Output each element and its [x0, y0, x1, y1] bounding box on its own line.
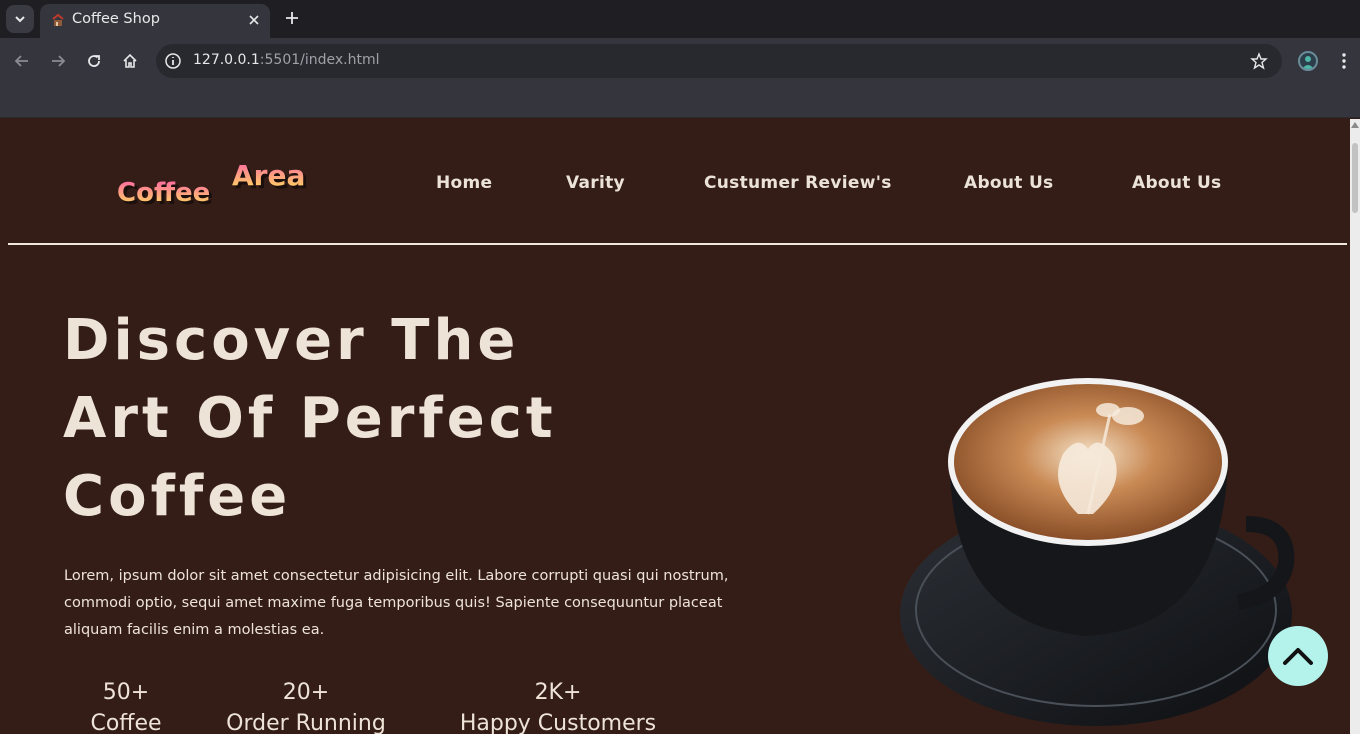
url-path: :5501/index.html	[259, 52, 380, 68]
page-viewport: Coffee Coffee Area Area Home Varity Cust…	[0, 119, 1350, 734]
hero-description: Lorem, ipsum dolor sit amet consectetur …	[64, 568, 729, 638]
new-tab-button[interactable]	[282, 8, 302, 28]
nav-item-home[interactable]: Home	[436, 173, 492, 193]
profile-avatar[interactable]	[1298, 51, 1318, 71]
stat-orders: 20+ Order Running	[204, 679, 408, 734]
arrow-right-icon	[52, 55, 66, 67]
chevron-up-icon	[1283, 648, 1313, 665]
page-scrollbar[interactable]	[1350, 119, 1360, 734]
nav-item-reviews[interactable]: Custumer Review's	[704, 173, 892, 193]
back-button[interactable]	[10, 49, 34, 73]
stat-number: 50+	[102, 680, 150, 705]
url-text: 127.0.0.1:5501/index.html	[193, 52, 380, 68]
plus-icon	[286, 12, 298, 24]
stat-customers: 2K+ Happy Customers	[436, 679, 680, 734]
url-host: 127.0.0.1	[193, 52, 260, 68]
logo-word-area: Area	[232, 161, 305, 192]
scrollbar-thumb[interactable]	[1352, 143, 1358, 213]
coffee-area-logo[interactable]: Coffee Coffee Area Area	[117, 161, 332, 211]
avatar-icon	[1302, 56, 1314, 69]
stat-label: Coffee	[90, 711, 162, 734]
stat-label: Order Running	[226, 711, 386, 734]
hero-title: Discover The Art Of Perfect Coffee	[63, 302, 823, 536]
stat-label: Happy Customers	[459, 711, 657, 734]
home-button[interactable]	[118, 49, 142, 73]
scroll-up-arrow-icon[interactable]	[1351, 122, 1359, 128]
browser-menu-button[interactable]	[1335, 50, 1353, 72]
stat-coffee: 50+ Coffee	[72, 679, 180, 734]
nav-item-about-us[interactable]: About Us	[964, 173, 1053, 193]
chevron-down-icon	[15, 16, 25, 23]
close-icon	[249, 15, 259, 25]
coffee-favicon-icon	[52, 13, 64, 26]
arrow-left-icon	[14, 55, 28, 67]
browser-tab-bar: Coffee Shop	[0, 0, 1360, 38]
stat-number: 2K+	[534, 680, 582, 705]
active-tab[interactable]: Coffee Shop	[40, 4, 270, 38]
nav-item-about-us-2[interactable]: About Us	[1132, 173, 1221, 193]
forward-button[interactable]	[46, 49, 70, 73]
coffee-cup-image	[900, 378, 1295, 726]
logo-word-coffee: Coffee	[117, 178, 210, 208]
header-divider	[8, 243, 1347, 245]
browser-toolbar: 127.0.0.1:5501/index.html	[0, 38, 1360, 84]
hero-title-line-2: Art Of Perfect	[63, 386, 557, 451]
home-icon	[123, 53, 137, 68]
tab-title: Coffee Shop	[72, 11, 160, 27]
address-bar[interactable]: 127.0.0.1:5501/index.html	[156, 44, 1282, 78]
stat-number: 20+	[282, 680, 330, 705]
bookmarks-bar	[0, 84, 1360, 118]
scroll-to-top-button[interactable]	[1268, 626, 1328, 686]
reload-button[interactable]	[82, 49, 106, 73]
close-tab-button[interactable]	[246, 12, 262, 28]
nav-item-varity[interactable]: Varity	[566, 173, 625, 193]
reload-icon	[88, 55, 100, 67]
more-vertical-icon	[1342, 53, 1346, 69]
hero-title-line-3: Coffee	[63, 464, 292, 529]
bookmark-star-icon[interactable]	[1250, 52, 1268, 70]
hero-title-line-1: Discover The	[63, 308, 520, 373]
tab-search-button[interactable]	[6, 5, 34, 33]
site-info-icon[interactable]	[164, 52, 182, 70]
